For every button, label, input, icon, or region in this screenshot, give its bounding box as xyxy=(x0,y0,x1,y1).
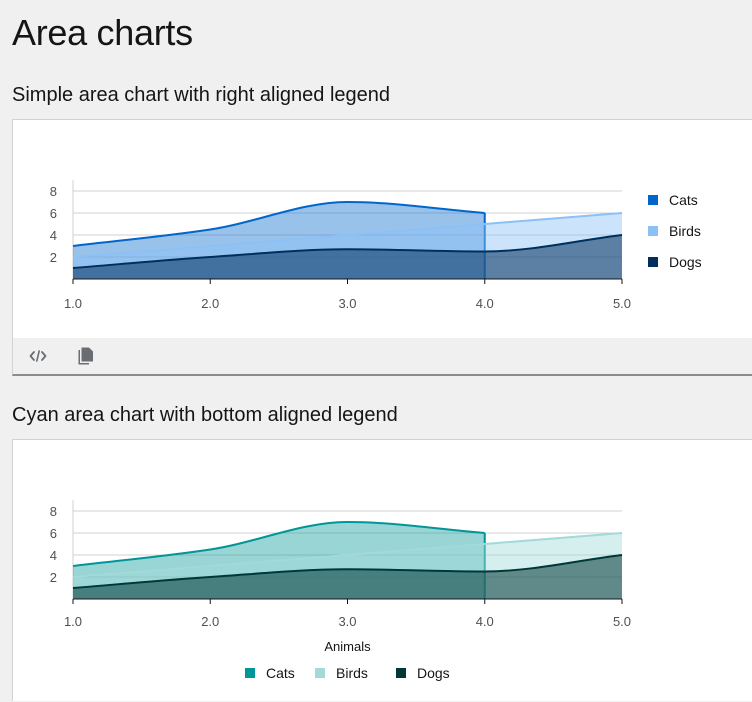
chart-1-card: 2 4 6 8 1.0 2.0 3.0 4.0 5.0 Cats Birds Dogs xyxy=(12,119,752,339)
code-toolbar xyxy=(12,338,752,376)
legend-item-dogs[interactable]: Dogs xyxy=(396,665,450,681)
y-tick-label: 2 xyxy=(50,570,57,585)
chart-1-svg: 2 4 6 8 1.0 2.0 3.0 4.0 5.0 Cats Birds Dogs xyxy=(50,180,702,311)
y-tick-label: 8 xyxy=(50,504,57,519)
legend-item-birds[interactable]: Birds xyxy=(315,665,368,681)
y-tick-label: 4 xyxy=(50,548,57,563)
legend-swatch xyxy=(648,195,658,205)
legend-item-cats[interactable]: Cats xyxy=(245,665,295,681)
y-tick-label: 6 xyxy=(50,526,57,541)
copy-icon xyxy=(78,347,93,365)
x-tick-label: 5.0 xyxy=(613,614,631,629)
y-tick-label: 2 xyxy=(50,250,57,265)
legend-label: Dogs xyxy=(669,254,702,270)
x-tick-label: 4.0 xyxy=(476,296,494,311)
legend-swatch xyxy=(245,668,255,678)
legend-swatch xyxy=(648,226,658,236)
legend-item-birds[interactable]: Birds xyxy=(648,223,701,239)
page-title: Area charts xyxy=(12,12,193,53)
legend-item-cats[interactable]: Cats xyxy=(648,192,698,208)
legend-label: Birds xyxy=(336,665,368,681)
chart-2-title: Cyan area chart with bottom aligned lege… xyxy=(12,404,398,426)
x-tick-label: 5.0 xyxy=(613,296,631,311)
legend-label: Dogs xyxy=(417,665,450,681)
legend-label: Cats xyxy=(669,192,698,208)
x-axis-title: Animals xyxy=(324,639,371,654)
legend-swatch xyxy=(315,668,325,678)
legend-label: Cats xyxy=(266,665,295,681)
legend-item-dogs[interactable]: Dogs xyxy=(648,254,702,270)
x-tick-label: 1.0 xyxy=(64,296,82,311)
y-tick-label: 8 xyxy=(50,184,57,199)
x-tick-label: 1.0 xyxy=(64,614,82,629)
y-tick-label: 4 xyxy=(50,228,57,243)
x-tick-label: 3.0 xyxy=(338,614,356,629)
legend-label: Birds xyxy=(669,223,701,239)
chart-1-title: Simple area chart with right aligned leg… xyxy=(12,84,390,106)
y-tick-label: 6 xyxy=(50,206,57,221)
copy-code-button[interactable] xyxy=(64,338,108,374)
chart-2-svg: 2 4 6 8 1.0 2.0 3.0 4.0 5.0 Animals Cats Birds Dogs xyxy=(50,500,631,681)
code-icon xyxy=(29,350,47,362)
x-tick-label: 4.0 xyxy=(476,614,494,629)
view-code-button[interactable] xyxy=(16,338,60,374)
legend-swatch xyxy=(396,668,406,678)
x-tick-label: 3.0 xyxy=(338,296,356,311)
legend-swatch xyxy=(648,257,658,267)
chart-2-card: 2 4 6 8 1.0 2.0 3.0 4.0 5.0 Animals Cats Birds Dogs xyxy=(12,439,752,701)
x-tick-label: 2.0 xyxy=(201,614,219,629)
x-tick-label: 2.0 xyxy=(201,296,219,311)
